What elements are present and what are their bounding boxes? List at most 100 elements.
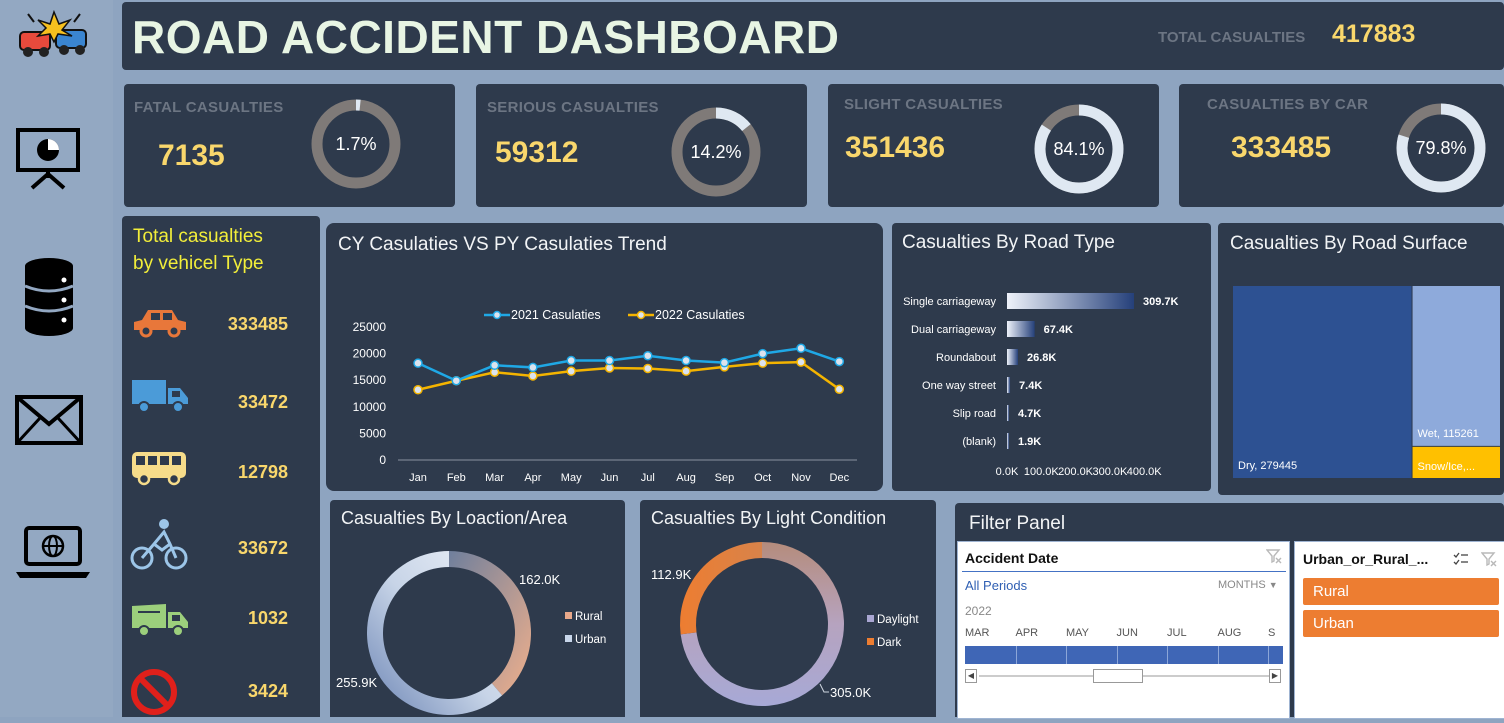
- series-point: [757, 348, 768, 359]
- donut-data-label: 112.9K: [651, 567, 692, 582]
- treemap-label: Snow/Ice,...: [1418, 461, 1475, 473]
- total-casualties-value: 417883: [1332, 20, 1416, 48]
- location-donut-chart: 162.0K 255.9K Rural Urban: [336, 551, 606, 715]
- series-point: [489, 360, 500, 371]
- timeline-range-bar[interactable]: [965, 646, 1283, 664]
- vehicle-value-truck: 33472: [237, 392, 288, 412]
- kpi-card-serious: SERIOUS CASUALTIES 59312 14.2%: [476, 84, 807, 207]
- y-tick-label: 25000: [353, 320, 387, 334]
- laptop-globe-icon[interactable]: [14, 522, 90, 594]
- vehicle-type-panel: Total casualties by vehicel Type 333485 …: [122, 216, 320, 717]
- series-point: [834, 356, 845, 367]
- light-condition-donut-chart: 112.9K 305.0K Daylight Dark: [651, 542, 919, 706]
- x-tick-label: Oct: [754, 472, 771, 484]
- scroll-left-arrow-icon[interactable]: ◀: [965, 669, 977, 683]
- donut-data-label: 162.0K: [519, 572, 561, 587]
- timeline-month-label[interactable]: JUN: [1117, 627, 1138, 639]
- vehicle-value-bicycle: 33672: [237, 538, 288, 558]
- urban-rural-slicer: Urban_or_Rural_... Rural Urban: [1294, 541, 1504, 719]
- vehicle-panel-title-line1: Total casualties: [133, 226, 263, 247]
- timeline-month-label[interactable]: JUL: [1167, 627, 1187, 639]
- kpi-percent: 1.7%: [335, 134, 377, 154]
- series-point: [566, 355, 576, 366]
- legend-swatch: [565, 612, 572, 619]
- bar: [1007, 405, 1009, 421]
- y-tick-label: 20000: [353, 347, 387, 361]
- legend-label: Urban: [575, 634, 606, 646]
- vehicle-panel-title-line2: by vehicel Type: [133, 253, 264, 274]
- header-bar: ROAD ACCIDENT DASHBOARD TOTAL CASUALTIES…: [122, 2, 1504, 70]
- bar: [1007, 321, 1035, 337]
- presentation-chart-icon[interactable]: [14, 122, 86, 194]
- kpi-percent: 79.8%: [1415, 138, 1467, 158]
- bar-category-label: Slip road: [953, 408, 996, 420]
- x-tick-label: Sep: [715, 472, 735, 484]
- series-point: [796, 357, 806, 367]
- slicer-option-rural[interactable]: Rural: [1303, 578, 1499, 605]
- bar-data-label: 1.9K: [1018, 436, 1041, 448]
- slicer-option-urban[interactable]: Urban: [1303, 610, 1499, 637]
- timeline-month-label[interactable]: MAY: [1066, 627, 1089, 639]
- x-tick-label: May: [561, 472, 582, 484]
- filter-panel-title: Filter Panel: [969, 513, 1066, 534]
- months-dropdown-label: MONTHS: [1218, 579, 1266, 591]
- x-tick-label: Mar: [485, 472, 504, 484]
- donut-data-label: 255.9K: [336, 675, 378, 690]
- mail-icon[interactable]: [14, 392, 86, 464]
- timeline-month-label[interactable]: MAR: [965, 627, 989, 639]
- chevron-down-icon: ▼: [1268, 580, 1278, 590]
- timeline-month-divider: [1167, 646, 1168, 664]
- timeline-month-labels: MAR APR MAY JUN JUL AUG S: [958, 627, 1289, 641]
- road-surface-panel: Casualties By Road Surface Dry, 279445 We…: [1218, 223, 1504, 495]
- x-tick-label: Dec: [830, 472, 850, 484]
- timeline-month-divider: [1015, 646, 1017, 664]
- leader-line: [819, 683, 829, 693]
- x-tick-label: 300.0K: [1092, 466, 1128, 478]
- x-tick-label: 400.0K: [1127, 466, 1163, 478]
- treemap-cell-dry: [1233, 286, 1412, 478]
- timeline-month-label[interactable]: AUG: [1218, 627, 1242, 639]
- clear-filter-icon[interactable]: [1480, 551, 1497, 567]
- treemap-label: Dry, 279445: [1238, 460, 1297, 472]
- series-point: [643, 350, 653, 361]
- timeline-month-divider: [1066, 646, 1067, 664]
- timeline-month-divider: [1217, 646, 1219, 664]
- timeline-month-label[interactable]: S: [1268, 627, 1275, 639]
- kpi-card-slight: SLIGHT CASUALTIES 351436 84.1%: [828, 84, 1159, 207]
- legend-label: Rural: [575, 611, 602, 623]
- y-tick-label: 0: [379, 453, 386, 467]
- trend-line-chart: 0 5000 10000 15000 20000 25000 Jan Feb Mar Apr May…: [353, 308, 857, 484]
- legend-swatch-marker: [636, 310, 646, 320]
- multi-select-icon[interactable]: [1453, 551, 1469, 567]
- donut-data-label: 305.0K: [830, 685, 872, 700]
- all-periods-link[interactable]: All Periods: [965, 578, 1027, 593]
- kpi-value: 59312: [495, 136, 579, 169]
- clear-filter-icon[interactable]: [1265, 548, 1282, 564]
- scroll-right-arrow-icon[interactable]: ▶: [1269, 669, 1281, 683]
- series-point: [528, 371, 538, 381]
- scroll-thumb[interactable]: [1093, 669, 1143, 683]
- kpi-percent: 84.1%: [1053, 139, 1105, 159]
- months-dropdown[interactable]: MONTHS ▼: [1218, 579, 1278, 591]
- kpi-value: 333485: [1231, 131, 1332, 164]
- series-point: [413, 385, 423, 395]
- car-crash-icon[interactable]: [14, 8, 87, 80]
- timeline-header-divider: [962, 571, 1286, 572]
- legend-swatch: [565, 635, 572, 642]
- bar-category-label: (blank): [962, 436, 996, 448]
- timeline-month-label[interactable]: APR: [1016, 627, 1039, 639]
- x-tick-label: Jun: [601, 472, 619, 484]
- timeline-scrollbar[interactable]: ◀ ▶: [965, 669, 1283, 683]
- bar-category-label: One way street: [922, 380, 996, 392]
- bar: [1007, 377, 1011, 393]
- database-icon[interactable]: [14, 256, 86, 336]
- kpi-card-fatal: FATAL CASUALTIES 7135 1.7%: [124, 84, 455, 207]
- kpi-label: CASUALTIES BY CAR: [1207, 96, 1369, 113]
- legend-swatch-marker: [492, 310, 502, 320]
- light-condition-panel: Casualties By Light Condition 112.9K 305.…: [640, 500, 936, 717]
- kpi-card-car: CASUALTIES BY CAR 333485 79.8%: [1179, 84, 1504, 207]
- road-type-panel: Casualties By Road Type Single carriagew…: [892, 223, 1211, 491]
- legend-label: 2021 Casulaties: [511, 308, 601, 322]
- treemap-cell-wet: [1412, 286, 1500, 446]
- x-tick-label: 0.0K: [996, 466, 1019, 478]
